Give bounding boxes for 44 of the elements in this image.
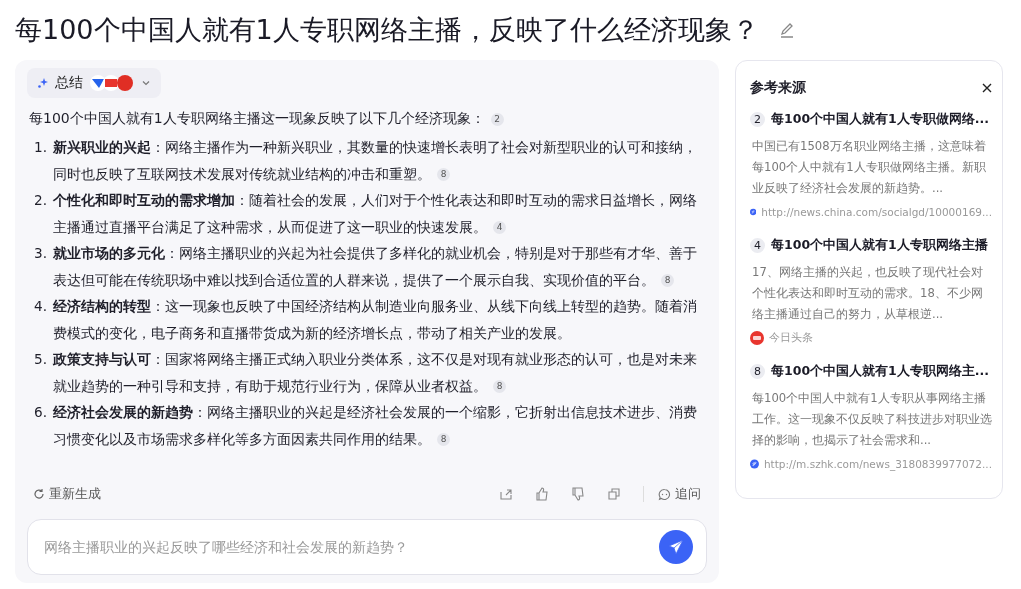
copy-icon[interactable] — [607, 487, 621, 501]
point-text: 经济结构的转型：这一现象也反映了中国经济结构从制造业向服务业、从线下向线上转型的趋势。随着消费模式的变化，电子商务和直播带货成为新的经济增长点，带动了相关产业的发展。 — [53, 297, 698, 343]
edit-icon[interactable] — [778, 22, 795, 38]
regenerate-button[interactable]: 重新生成 — [33, 485, 101, 503]
sparkle-icon — [37, 77, 49, 89]
point-text: 新兴职业的兴起：网络主播作为一种新兴职业，其数量的快速增长表明了社会对新型职业的认可和接纳，同时也反映了互联网技术发展对传统就业结构的冲击和重塑。 8 — [53, 138, 698, 184]
list-number: 5. — [33, 350, 47, 369]
source-origin: http://news.china.com/socialgd/10000169... — [761, 206, 992, 218]
point-text: 经济社会发展的新趋势：网络主播职业的兴起是经济社会发展的一个缩影，它折射出信息技术进步、消费习惯变化以及市场需求多样化等多方面因素共同作用的结果。 8 — [53, 403, 698, 449]
list-number: 6. — [33, 403, 47, 422]
paper-plane-icon — [667, 538, 685, 556]
intro-text: 每100个中国人就有1人专职网络主播这一现象反映了以下几个经济现象： 2 — [29, 106, 707, 130]
chevron-down-icon — [141, 78, 151, 88]
source-snippet: 中国已有1508万名职业网络主播，这意味着每100个人中就有1人专职做网络主播。新职业反映了经济社会发展的新趋势。... — [752, 138, 987, 197]
news-logo-icon — [750, 331, 764, 345]
share-icon[interactable] — [499, 487, 513, 501]
source-logos-icon — [89, 74, 135, 92]
follow-up-button[interactable]: 追问 — [658, 485, 701, 503]
source-origin: http://m.szhk.com/news_3180839977072... — [763, 458, 992, 470]
link-icon — [750, 457, 759, 471]
point-text: 政策支持与认可：国家将网络主播正式纳入职业分类体系，这不仅是对现有就业形态的认可，也是对未来就业趋势的一种引导和支持，有助于规范行业行为，保障从业者权益。 8 — [53, 350, 698, 396]
point-text: 就业市场的多元化：网络主播职业的兴起为社会提供了多样化的就业机会，特别是对于那些有才华、善于表达但可能在传统职场中难以找到合适位置的人群来说，提供了一个展示自我、实现价值的平台。 8 — [53, 244, 698, 290]
page-title: 每100个中国人就有1人专职网络主播，反映了什么经济现象？ — [15, 13, 759, 47]
point-text: 个性化和即时互动的需求增加：随着社会的发展，人们对于个性化表达和即时互动的需求日益增长，网络主播通过直播平台满足了这种需求，从而促进了这一职业的快速发展。 4 — [53, 191, 698, 237]
list-number: 4. — [33, 297, 47, 316]
source-title-link[interactable]: 每100个中国人就有1人专职网络主播 — [771, 237, 988, 254]
source-index: 8 — [750, 364, 765, 379]
question-input[interactable]: 网络主播职业的兴起反映了哪些经济和社会发展的新趋势？ — [27, 519, 707, 575]
source-origin: 今日头条 — [769, 331, 813, 345]
list-number: 1. — [33, 138, 47, 157]
source-snippet: 17、网络主播的兴起，也反映了现代社会对个性化表达和即时互动的需求。18、不少网络主播通过自己的努力，从草根逆... — [752, 264, 984, 323]
chat-bubble-icon — [658, 487, 671, 501]
list-number: 3. — [33, 244, 47, 263]
source-title-link[interactable]: 每100个中国人就有1人专职网络主... — [771, 363, 990, 380]
source-title-link[interactable]: 每100个中国人就有1人专职做网络... — [771, 111, 990, 128]
source-index: 4 — [750, 238, 765, 253]
source-snippet: 每100个中国人中就有1人专职从事网络主播工作。这一现象不仅反映了科技进步对职业选择的影响，也揭示了社会需求和... — [752, 390, 992, 449]
thumbs-up-icon[interactable] — [535, 487, 549, 501]
thumbs-down-icon[interactable] — [571, 487, 585, 501]
panel-title: 参考来源 — [750, 79, 806, 97]
list-number: 2. — [33, 191, 47, 210]
refresh-icon — [33, 488, 45, 500]
source-index: 2 — [750, 112, 765, 127]
summary-tab[interactable]: 总结 — [27, 68, 161, 98]
